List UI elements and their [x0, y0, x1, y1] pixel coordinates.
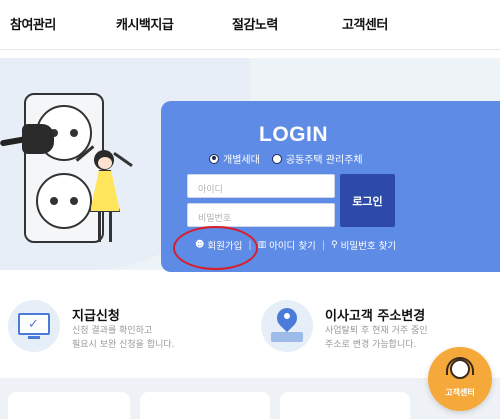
bottom-card	[280, 392, 410, 419]
socket-bottom	[36, 173, 92, 229]
girl-leg-right	[109, 212, 112, 242]
payment-application-description: 신청 결과를 확인하고 필요시 보완 신청을 합니다.	[72, 324, 175, 352]
radio-individual[interactable]	[209, 153, 219, 164]
radio-apartment-manager-label[interactable]: 공동주택 관리주체	[286, 151, 363, 166]
page: 참여관리 캐시백지급 절감노력 고객센터 LOGIN 개별세대 공동주택 관리주…	[0, 0, 500, 419]
bottom-card	[140, 392, 270, 419]
plug-illustration	[22, 124, 54, 154]
login-title: LOGIN	[259, 123, 328, 146]
id-input[interactable]: 아이디	[187, 174, 335, 198]
top-navigation: 참여관리 캐시백지급 절감노력 고객센터	[0, 0, 500, 50]
description-line: 사업탈퇴 후 현재 거주 중인	[325, 326, 428, 336]
nav-item-customer-center[interactable]: 고객센터	[342, 14, 388, 33]
customer-center-label[interactable]: 고객센터	[428, 387, 492, 398]
find-id-link[interactable]: ▥ 아이디 찾기	[258, 238, 316, 252]
divider: |	[321, 239, 326, 251]
girl-leg-left	[98, 212, 101, 242]
nav-item-savings[interactable]: 절감노력	[232, 14, 278, 33]
find-password-link[interactable]: ⚲ 비밀번호 찾기	[331, 238, 396, 252]
find-password-link-label[interactable]: 비밀번호 찾기	[341, 238, 396, 252]
nav-item-cashback[interactable]: 캐시백지급	[116, 14, 174, 33]
password-input[interactable]: 비밀번호	[187, 203, 335, 227]
girl-face	[98, 157, 112, 169]
agent-face-icon	[450, 359, 470, 379]
find-id-link-label[interactable]: 아이디 찾기	[269, 238, 316, 252]
signup-highlight-circle	[173, 226, 258, 270]
bottom-card	[8, 392, 130, 419]
member-type-radio-group: 개별세대 공동주택 관리주체	[209, 151, 371, 166]
payment-application-title[interactable]: 지급신청	[72, 305, 120, 324]
radio-apartment-manager[interactable]	[271, 153, 282, 164]
description-line: 주소로 변경 가능합니다.	[325, 340, 417, 350]
map-icon	[271, 332, 303, 342]
address-change-title[interactable]: 이사고객 주소변경	[325, 305, 425, 324]
check-icon: ✓	[28, 317, 39, 332]
power-outlet-illustration	[24, 93, 104, 243]
monitor-icon: ✓	[18, 313, 50, 335]
map-pin-dot	[284, 313, 290, 319]
radio-individual-label[interactable]: 개별세대	[223, 151, 260, 166]
payment-application-icon[interactable]: ✓	[8, 300, 60, 352]
login-button[interactable]: 로그인	[340, 174, 395, 227]
address-change-icon[interactable]	[261, 300, 313, 352]
description-line: 신청 결과를 확인하고	[72, 326, 153, 336]
description-line: 필요시 보완 신청을 합니다.	[72, 340, 175, 350]
customer-center-floating-button[interactable]: 고객센터	[428, 347, 492, 411]
address-change-description: 사업탈퇴 후 현재 거주 중인 주소로 변경 가능합니다.	[325, 324, 428, 352]
nav-item-participation[interactable]: 참여관리	[10, 14, 56, 33]
monitor-stand	[28, 336, 40, 339]
lock-icon: ▥	[257, 240, 267, 250]
key-icon: ⚲	[331, 240, 338, 250]
